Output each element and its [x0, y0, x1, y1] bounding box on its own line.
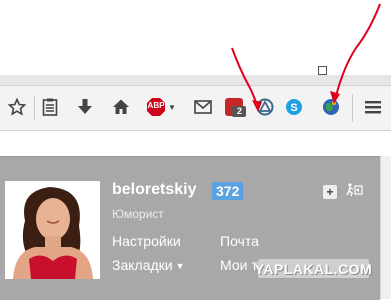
toolbar-separator	[352, 94, 353, 122]
mail-link[interactable]: Почта	[220, 233, 259, 249]
username-link[interactable]: beloretskiy	[112, 181, 196, 199]
scrollbar[interactable]	[380, 156, 391, 299]
site-watermark: YAPLAKAL.COM	[254, 259, 373, 278]
abp-label: ABP	[147, 101, 165, 110]
notifications-icon[interactable]: 2	[223, 96, 249, 118]
tab-strip	[0, 75, 391, 86]
adblock-plus-button[interactable]: ABP ▼	[145, 96, 177, 118]
add-button[interactable]: +	[323, 185, 337, 199]
bookmarks-link[interactable]: Закладки ▼	[112, 257, 185, 273]
skype-icon[interactable]: S	[283, 96, 305, 118]
avatar[interactable]	[5, 181, 100, 279]
user-role-label: Юморист	[112, 207, 164, 221]
user-profile-panel: beloretskiy 372 Юморист + Настройки Почт…	[0, 156, 380, 300]
globe-extension-icon[interactable]	[320, 96, 342, 118]
hamburger-menu-icon[interactable]	[362, 96, 384, 118]
window-restore-button[interactable]	[318, 66, 327, 75]
rating-badge: 372	[212, 182, 244, 200]
browser-toolbar: ABP ▼ 2 S	[0, 86, 391, 131]
chevron-down-icon: ▼	[168, 102, 176, 112]
reading-list-icon[interactable]	[39, 96, 61, 118]
logout-icon[interactable]	[345, 183, 363, 202]
mail-envelope-icon[interactable]	[192, 96, 214, 118]
content-gap	[0, 131, 391, 156]
steam-like-icon[interactable]	[254, 96, 276, 118]
toolbar-separator	[34, 96, 35, 120]
chevron-down-icon: ▼	[175, 261, 185, 272]
window-top-area	[0, 0, 391, 75]
bookmark-star-icon[interactable]	[6, 96, 28, 118]
download-arrow-icon[interactable]	[74, 96, 96, 118]
home-icon[interactable]	[110, 96, 132, 118]
notification-badge: 2	[237, 106, 243, 116]
bookmarks-label: Закладки	[112, 257, 173, 273]
svg-text:S: S	[290, 102, 297, 114]
settings-link[interactable]: Настройки	[112, 233, 181, 249]
